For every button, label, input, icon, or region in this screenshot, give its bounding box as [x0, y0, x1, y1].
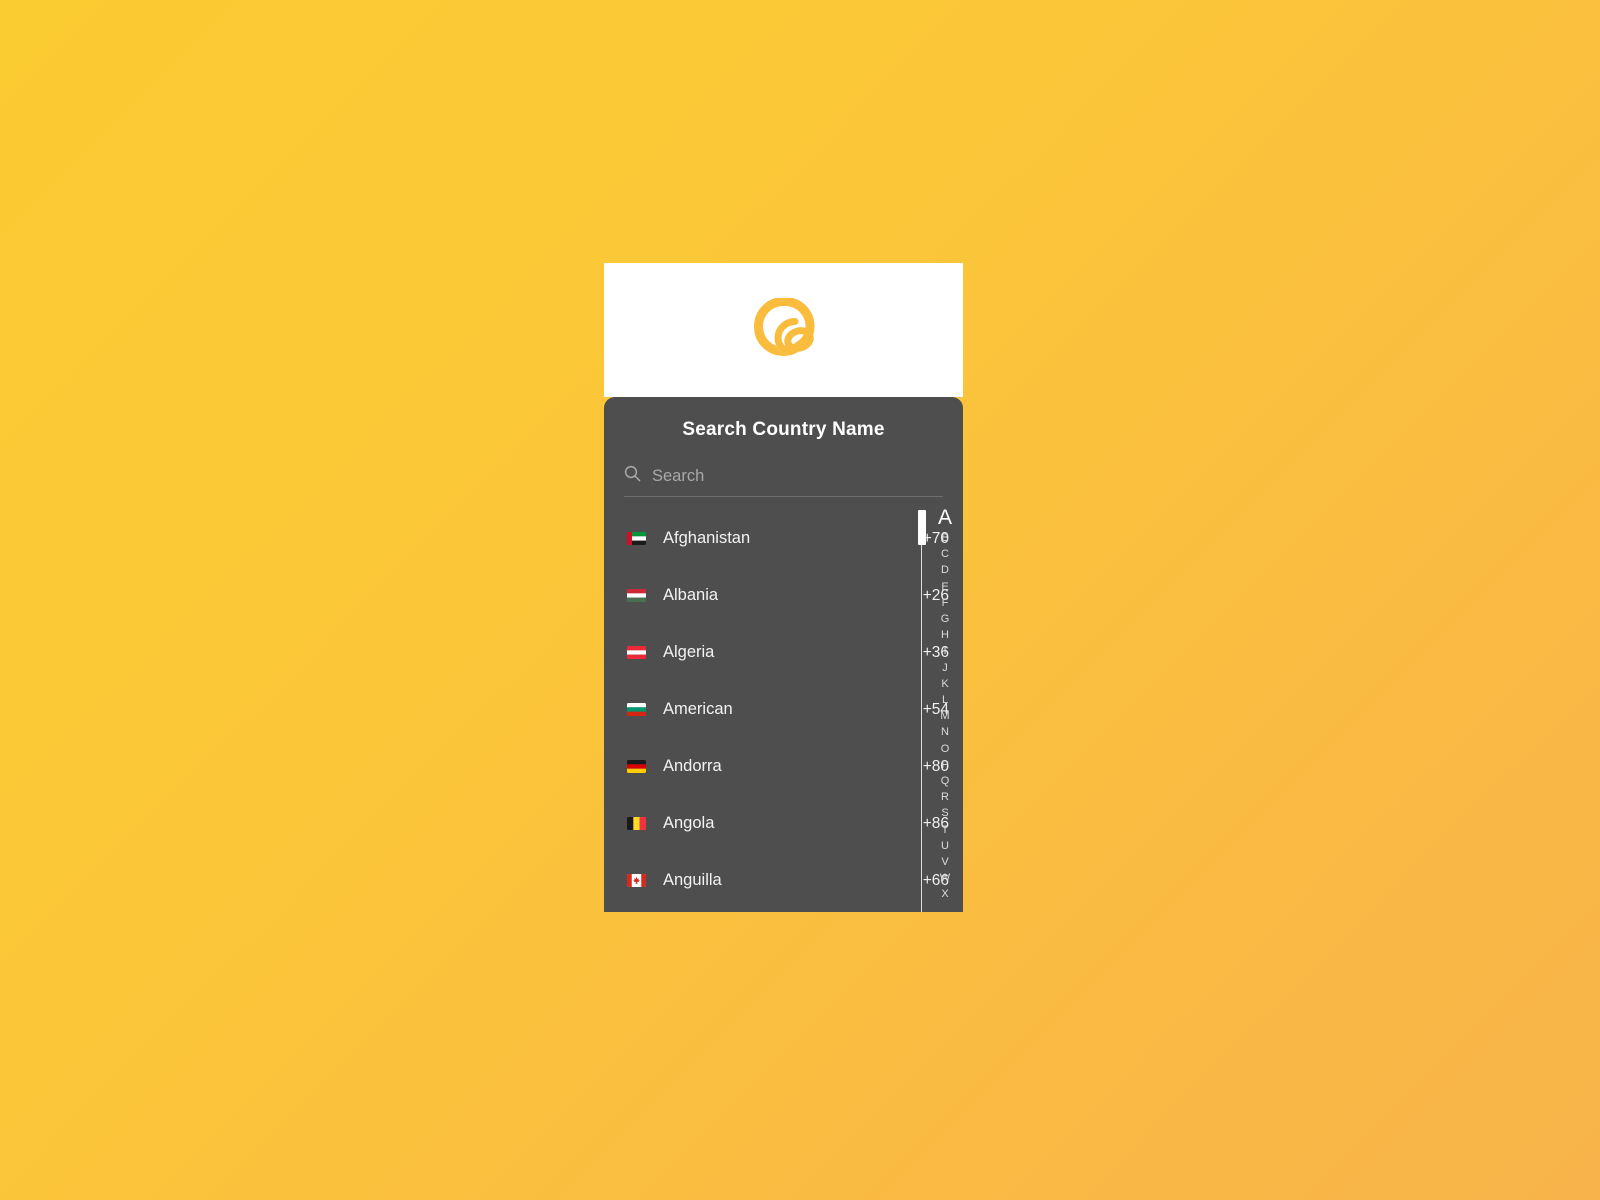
country-row[interactable]: Afghanistan +70: [627, 510, 949, 567]
alpha-index-letter-i[interactable]: I: [927, 643, 963, 659]
country-name: Algeria: [663, 643, 715, 661]
alpha-index-letter-n[interactable]: N: [927, 724, 963, 740]
country-row[interactable]: Albania +26: [627, 567, 949, 624]
country-list-area: Afghanistan +70 Albania +26 Algeria +36 Americ…: [604, 497, 963, 912]
flag-bulgaria-icon: [627, 703, 646, 716]
alpha-index-letter-b[interactable]: B: [927, 530, 963, 546]
flag-uae-icon: [627, 532, 646, 545]
card-header: [604, 263, 963, 397]
country-name: Anguilla: [663, 871, 722, 889]
list-scrollbar[interactable]: [918, 510, 926, 912]
flag-hungary-icon: [627, 589, 646, 602]
alpha-index-letter-d[interactable]: D: [927, 562, 963, 578]
search-field[interactable]: [624, 465, 943, 497]
alpha-index-letter-x[interactable]: X: [927, 886, 963, 902]
alpha-index-letter-a[interactable]: A: [927, 507, 963, 529]
country-row[interactable]: Angola +86: [627, 795, 949, 852]
alpha-index-letter-w[interactable]: W: [927, 870, 963, 886]
alpha-index-letter-l[interactable]: L: [927, 692, 963, 708]
country-name: American: [663, 700, 733, 718]
country-name: Andorra: [663, 757, 722, 775]
alpha-index-letter-s[interactable]: S: [927, 805, 963, 821]
search-input[interactable]: [652, 466, 943, 486]
alpha-index-letter-t[interactable]: T: [927, 822, 963, 838]
country-row[interactable]: Andorra +80: [627, 738, 949, 795]
brand-swirl-logo-icon: [753, 296, 815, 363]
country-row[interactable]: Algeria +36: [627, 624, 949, 681]
flag-canada-icon: [627, 874, 646, 887]
alpha-index-letter-k[interactable]: K: [927, 676, 963, 692]
alpha-index-letter-q[interactable]: Q: [927, 773, 963, 789]
country-row[interactable]: Anguilla +66: [627, 852, 949, 909]
flag-belgium-icon: [627, 817, 646, 830]
alpha-index-letter-m[interactable]: M: [927, 708, 963, 724]
alpha-index-letter-h[interactable]: H: [927, 627, 963, 643]
country-name: Angola: [663, 814, 715, 832]
country-name: Albania: [663, 586, 719, 604]
scrollbar-track: [921, 510, 922, 912]
scrollbar-thumb[interactable]: [918, 510, 926, 545]
search-panel: Search Country Name Afghanistan+70Albani…: [604, 397, 963, 912]
flag-austria-icon: [627, 646, 646, 659]
alpha-index-letter-g[interactable]: G: [927, 611, 963, 627]
alpha-index-letter-e[interactable]: E: [927, 579, 963, 595]
alpha-index-letter-f[interactable]: F: [927, 595, 963, 611]
flag-germany-icon: [627, 760, 646, 773]
alpha-index-letter-j[interactable]: J: [927, 660, 963, 676]
alpha-index-letter-u[interactable]: U: [927, 838, 963, 854]
country-list[interactable]: Afghanistan +70 Albania +26 Algeria +36 Americ…: [604, 510, 963, 912]
alpha-index-letter-r[interactable]: R: [927, 789, 963, 805]
page-title: Search Country Name: [682, 419, 885, 440]
alpha-index-letter-v[interactable]: V: [927, 854, 963, 870]
alpha-index-letter-c[interactable]: C: [927, 546, 963, 562]
alphabet-index[interactable]: ABCDEFGHIJKLMNOPQRSTUVWX: [927, 505, 963, 912]
alpha-index-letter-p[interactable]: P: [927, 757, 963, 773]
search-icon: [624, 465, 641, 487]
country-picker-card: Search Country Name Afghanistan+70Albani…: [604, 263, 963, 912]
country-name: Afghanistan: [663, 529, 751, 547]
alpha-index-letter-o[interactable]: O: [927, 741, 963, 757]
country-row[interactable]: American +54: [627, 681, 949, 738]
